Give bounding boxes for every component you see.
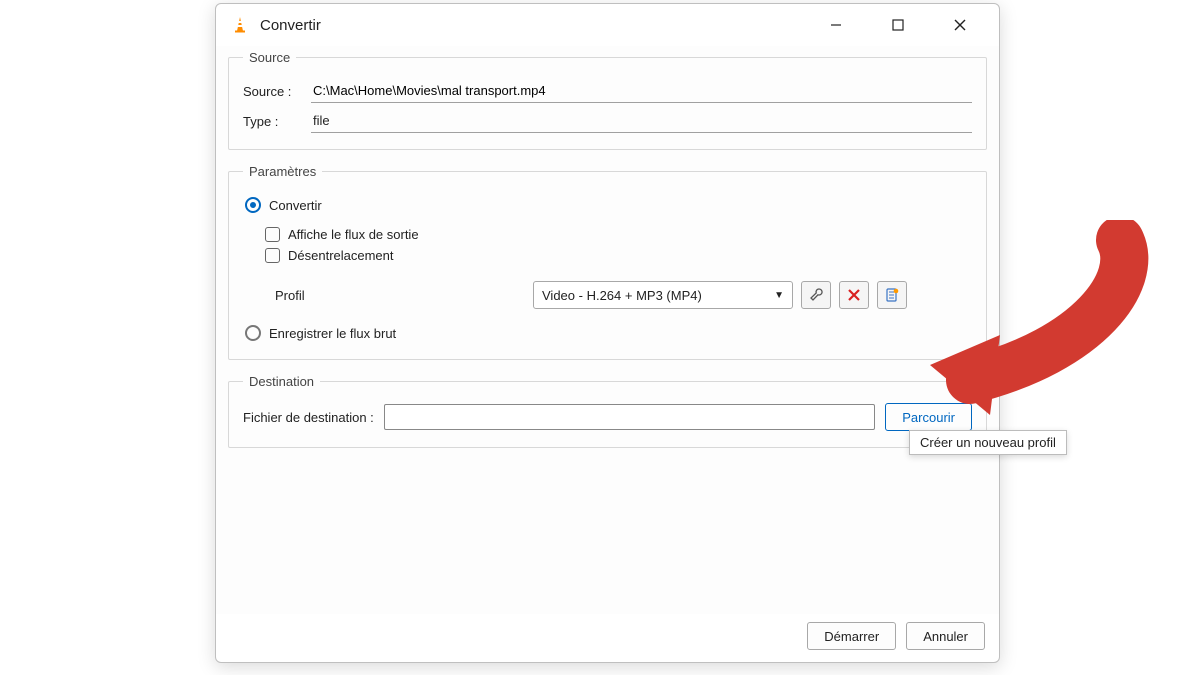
deinterlace-label: Désentrelacement xyxy=(288,248,394,263)
deinterlace-checkbox[interactable] xyxy=(265,248,280,263)
new-profile-tooltip: Créer un nouveau profil xyxy=(909,430,1067,455)
new-profile-button[interactable] xyxy=(877,281,907,309)
edit-profile-button[interactable] xyxy=(801,281,831,309)
convert-radio-row[interactable]: Convertir xyxy=(245,197,972,213)
minimize-button[interactable] xyxy=(815,10,857,40)
type-label: Type : xyxy=(243,114,303,129)
profile-select[interactable]: Video - H.264 + MP3 (MP4) ▼ xyxy=(533,281,793,309)
destination-label: Fichier de destination : xyxy=(243,410,374,425)
wrench-icon xyxy=(808,287,824,303)
source-path-field[interactable] xyxy=(311,79,972,103)
dialog-content: Source Source : Type : file Paramètres C… xyxy=(216,46,999,614)
destination-group: Destination Fichier de destination : Par… xyxy=(228,374,987,448)
deinterlace-row[interactable]: Désentrelacement xyxy=(265,248,972,263)
source-legend: Source xyxy=(243,50,296,65)
source-label: Source : xyxy=(243,84,303,99)
type-value: file xyxy=(311,109,972,133)
close-button[interactable] xyxy=(939,10,981,40)
cancel-button[interactable]: Annuler xyxy=(906,622,985,650)
maximize-button[interactable] xyxy=(877,10,919,40)
dialog-footer: Démarrer Annuler xyxy=(216,614,999,662)
dump-raw-label: Enregistrer le flux brut xyxy=(269,326,396,341)
destination-input[interactable] xyxy=(384,404,875,430)
window-title: Convertir xyxy=(260,17,321,34)
chevron-down-icon: ▼ xyxy=(774,290,784,301)
source-group: Source Source : Type : file xyxy=(228,50,987,150)
profile-row: Profil Video - H.264 + MP3 (MP4) ▼ xyxy=(275,281,972,309)
titlebar: Convertir xyxy=(216,4,999,46)
parameters-group: Paramètres Convertir Affiche le flux de … xyxy=(228,164,987,360)
browse-button[interactable]: Parcourir xyxy=(885,403,972,431)
x-icon xyxy=(847,288,861,302)
delete-profile-button[interactable] xyxy=(839,281,869,309)
show-output-checkbox[interactable] xyxy=(265,227,280,242)
window-controls xyxy=(815,10,991,40)
new-document-icon xyxy=(884,287,900,303)
start-button[interactable]: Démarrer xyxy=(807,622,896,650)
profile-label: Profil xyxy=(275,288,325,303)
convert-radio[interactable] xyxy=(245,197,261,213)
show-output-label: Affiche le flux de sortie xyxy=(288,227,419,242)
dump-raw-radio-row[interactable]: Enregistrer le flux brut xyxy=(245,325,972,341)
convert-radio-label: Convertir xyxy=(269,198,322,213)
parameters-legend: Paramètres xyxy=(243,164,322,179)
dump-raw-radio[interactable] xyxy=(245,325,261,341)
profile-select-value: Video - H.264 + MP3 (MP4) xyxy=(542,288,702,303)
show-output-row[interactable]: Affiche le flux de sortie xyxy=(265,227,972,242)
convert-dialog: Convertir Source Source : Type : file xyxy=(215,3,1000,663)
vlc-cone-icon xyxy=(230,15,250,35)
destination-legend: Destination xyxy=(243,374,320,389)
